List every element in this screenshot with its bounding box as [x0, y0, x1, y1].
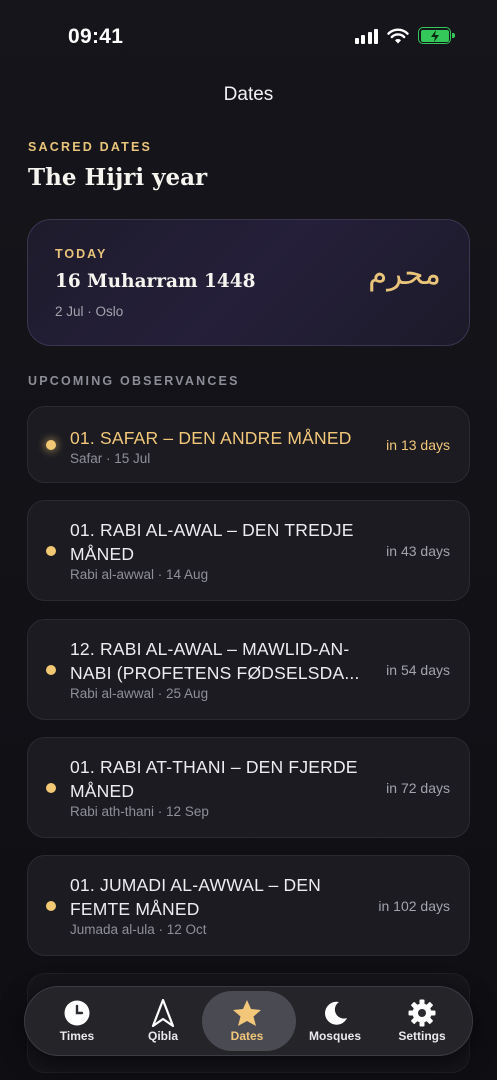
observance-name: 12. RABI AL-AWAL – MAWLID-AN-NABI (PROFE…	[70, 639, 360, 683]
observance-meta: Safar · 15 Jul	[70, 451, 151, 466]
today-label: TODAY	[55, 247, 108, 261]
observance-name: 01. JUMADI AL-AWWAL – DEN FEMTE MÅNED	[70, 875, 322, 919]
tab-qibla[interactable]: Qibla	[118, 987, 208, 1055]
observance-meta: Rabi ath-thani · 12 Sep	[70, 804, 209, 819]
observance-countdown: in 102 days	[378, 898, 450, 914]
today-hijri-date: 16 Muharram 1448	[55, 271, 256, 292]
tab-settings[interactable]: Settings	[377, 987, 467, 1055]
observance-name: 01. RABI AT-THANI – DEN FJERDE MÅNED	[70, 757, 358, 801]
observance-name: 01. SAFAR – DEN ANDRE MÅNED	[70, 428, 352, 448]
observance-dot-icon	[46, 546, 56, 556]
observance-meta: Jumada al-ula · 12 Oct	[70, 922, 207, 937]
today-arabic-month: محرم	[368, 256, 441, 292]
tab-label: Settings	[398, 1029, 446, 1043]
observance-dot-icon	[46, 665, 56, 675]
tab-label: Times	[59, 1029, 95, 1043]
observance-item[interactable]: 01. RABI AT-THANI – DEN FJERDE MÅNED Rab…	[27, 737, 470, 838]
today-gregorian-location: 2 Jul · Oslo	[55, 304, 124, 319]
page-title: The Hijri year	[28, 164, 208, 191]
tab-mosques[interactable]: Mosques	[290, 987, 380, 1055]
observance-dot-icon	[46, 440, 56, 450]
battery-charging-icon	[418, 27, 455, 44]
wifi-icon	[387, 28, 409, 43]
status-time: 09:41	[68, 25, 124, 48]
observance-item[interactable]: 01. SAFAR – DEN ANDRE MÅNED Safar · 15 J…	[27, 406, 470, 483]
observance-countdown: in 72 days	[386, 780, 450, 796]
nav-title: Dates	[223, 84, 274, 105]
gear-icon	[408, 999, 436, 1027]
observance-item[interactable]: 12. RABI AL-AWAL – MAWLID-AN-NABI (PROFE…	[27, 619, 470, 720]
status-icons	[354, 27, 455, 44]
tab-times[interactable]: Times	[32, 987, 122, 1055]
observance-countdown: in 54 days	[386, 662, 450, 678]
tab-label: Dates	[230, 1029, 264, 1043]
observance-name: 01. RABI AL-AWAL – DEN TREDJE MÅNED	[70, 520, 354, 564]
star-icon	[232, 999, 262, 1027]
observance-dot-icon	[46, 783, 56, 793]
clock-icon	[63, 999, 91, 1027]
observance-item[interactable]: 01. RABI AL-AWAL – DEN TREDJE MÅNED Rabi…	[27, 500, 470, 601]
observance-countdown: in 13 days	[386, 437, 450, 453]
tab-label: Qibla	[147, 1029, 178, 1043]
section-eyebrow: SACRED DATES	[28, 140, 153, 154]
today-card: TODAY 16 Muharram 1448 2 Jul · Oslo محرم	[27, 219, 470, 346]
bottom-tab-bar: Times Qibla Dates Mosques Settings	[24, 986, 473, 1056]
tab-dates[interactable]: Dates	[202, 987, 296, 1055]
tab-label: Mosques	[308, 1029, 361, 1043]
observance-countdown: in 43 days	[386, 543, 450, 559]
status-bar: 09:41	[0, 0, 497, 70]
observance-meta: Rabi al-awwal · 14 Aug	[70, 567, 209, 582]
observance-meta: Rabi al-awwal · 25 Aug	[70, 686, 209, 701]
compass-arrow-icon	[151, 999, 175, 1027]
observance-dot-icon	[46, 901, 56, 911]
moon-icon	[321, 999, 349, 1027]
upcoming-title: UPCOMING OBSERVANCES	[28, 374, 240, 388]
observance-item[interactable]: 01. JUMADI AL-AWWAL – DEN FEMTE MÅNED Ju…	[27, 855, 470, 956]
cellular-signal-icon	[354, 27, 378, 44]
